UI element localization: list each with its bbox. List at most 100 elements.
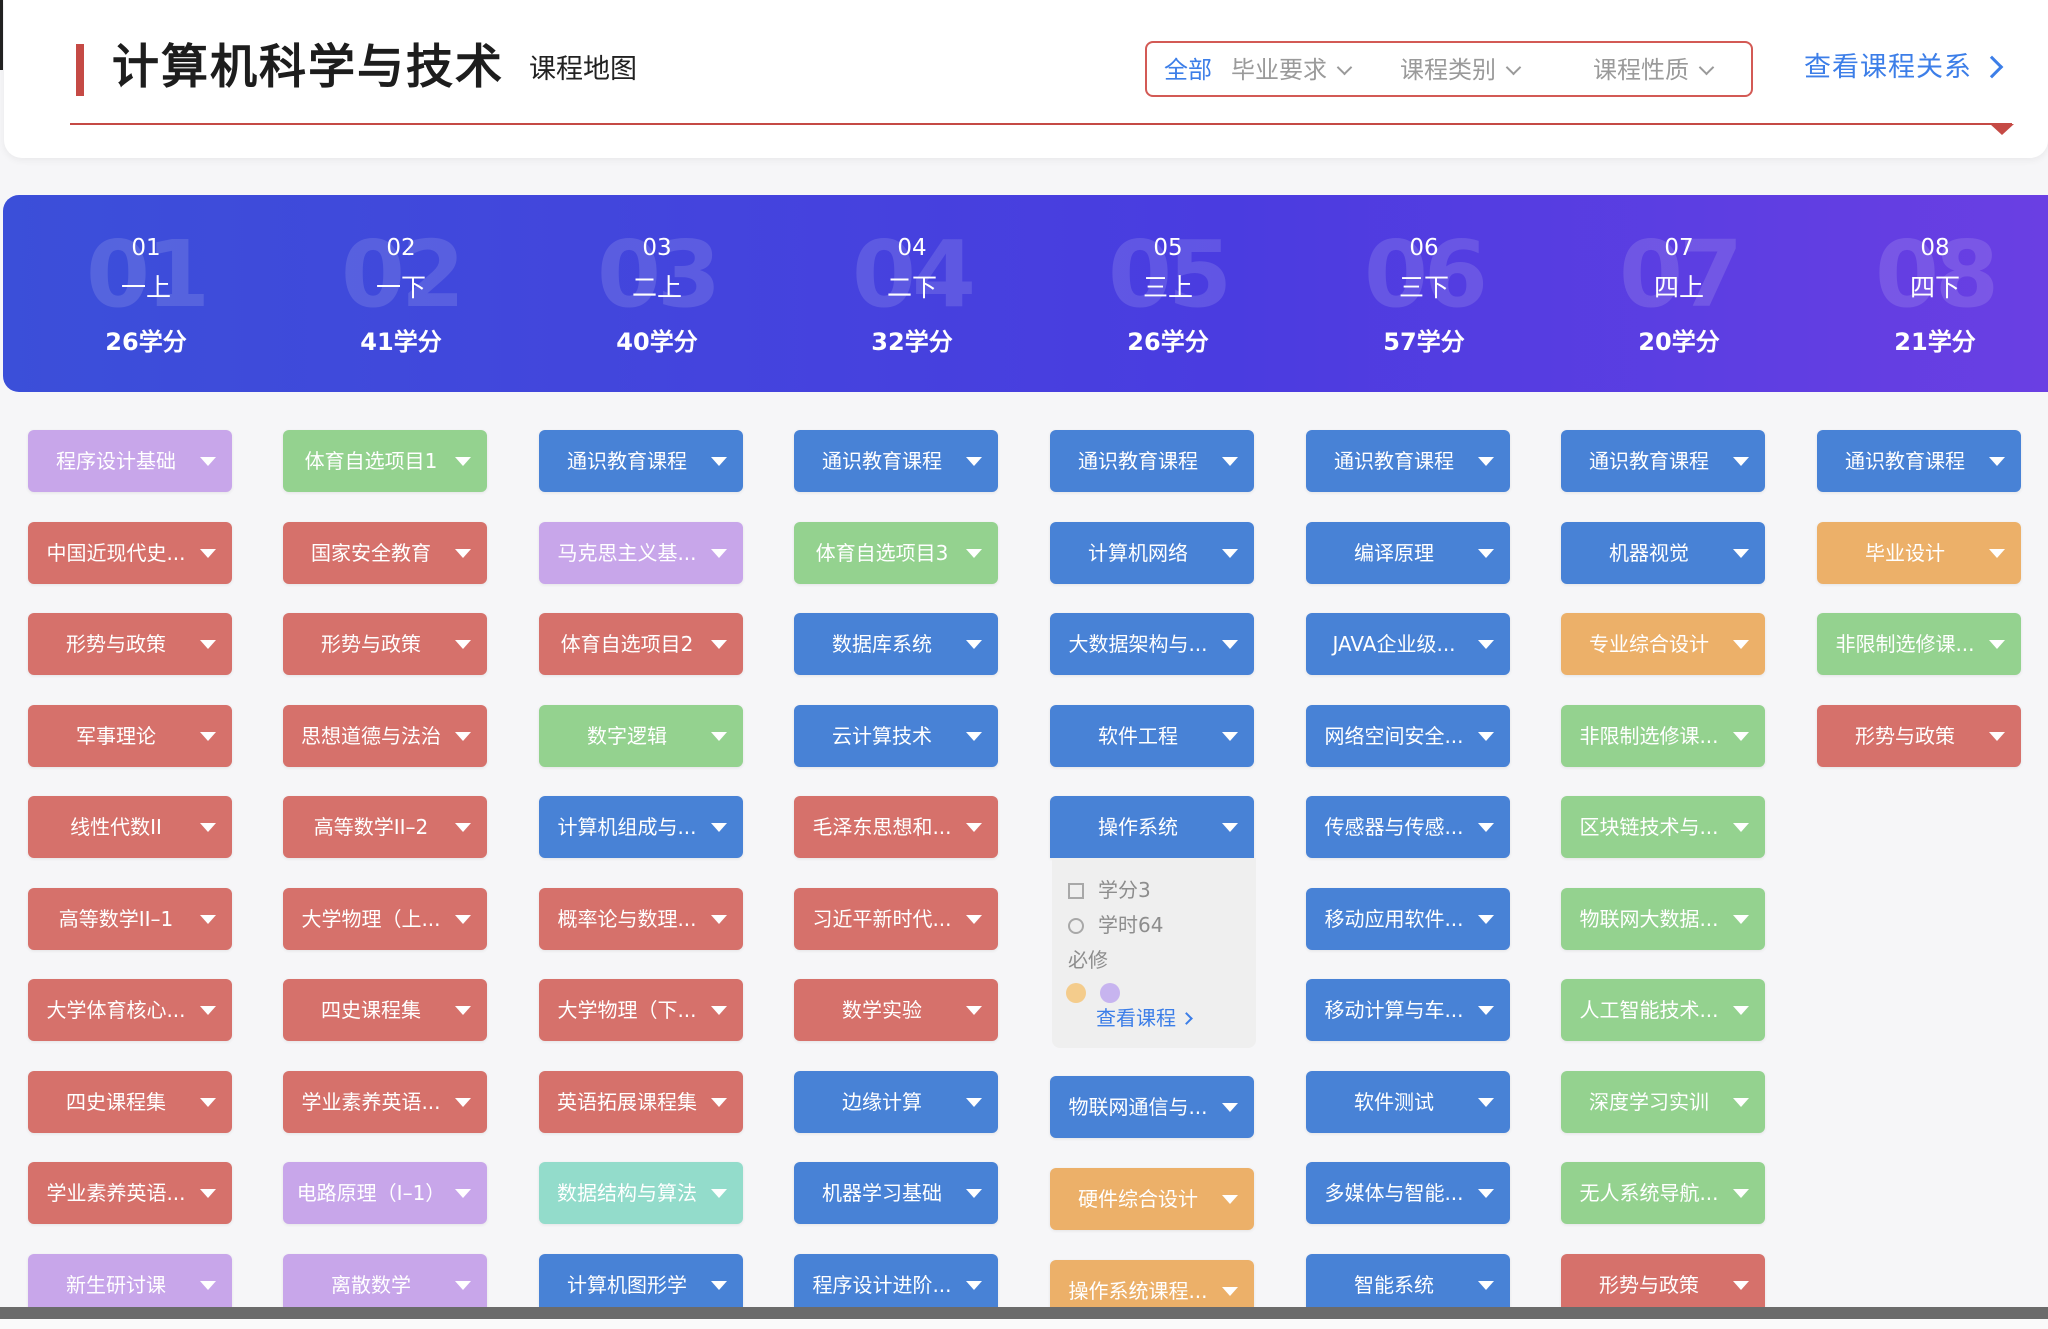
caret-down-icon[interactable]: [455, 1189, 471, 1198]
course-card[interactable]: 数据库系统: [794, 613, 998, 675]
caret-down-icon[interactable]: [1733, 640, 1749, 649]
course-card[interactable]: 体育自选项目1: [283, 430, 487, 492]
course-card[interactable]: 移动计算与车...: [1306, 979, 1510, 1041]
caret-down-icon[interactable]: [200, 1281, 216, 1290]
course-card[interactable]: 非限制选修课...: [1561, 705, 1765, 767]
course-card[interactable]: 非限制选修课...: [1817, 613, 2021, 675]
course-card[interactable]: 电路原理（I–1）: [283, 1162, 487, 1224]
course-card[interactable]: 多媒体与智能...: [1306, 1162, 1510, 1224]
caret-down-icon[interactable]: [1733, 1281, 1749, 1290]
course-card[interactable]: 云计算技术: [794, 705, 998, 767]
filter-graduation-requirement[interactable]: 毕业要求: [1231, 53, 1353, 87]
course-card[interactable]: 网络空间安全...: [1306, 705, 1510, 767]
caret-down-icon[interactable]: [1478, 549, 1494, 558]
caret-down-icon[interactable]: [1989, 732, 2005, 741]
filter-course-nature[interactable]: 课程性质: [1593, 53, 1715, 87]
caret-down-icon[interactable]: [711, 1098, 727, 1107]
caret-down-icon[interactable]: [1989, 640, 2005, 649]
course-card[interactable]: 高等数学II–2: [283, 796, 487, 858]
caret-down-icon[interactable]: [1733, 1098, 1749, 1107]
caret-down-icon[interactable]: [455, 549, 471, 558]
course-card[interactable]: 数字逻辑: [539, 705, 743, 767]
course-card[interactable]: 区块链技术与...: [1561, 796, 1765, 858]
caret-down-icon[interactable]: [1733, 457, 1749, 466]
caret-down-icon[interactable]: [455, 1006, 471, 1015]
caret-down-icon[interactable]: [455, 732, 471, 741]
caret-down-icon[interactable]: [200, 457, 216, 466]
caret-down-icon[interactable]: [455, 1098, 471, 1107]
caret-down-icon[interactable]: [1222, 1103, 1238, 1112]
caret-down-icon[interactable]: [966, 457, 982, 466]
caret-down-icon[interactable]: [1733, 1006, 1749, 1015]
caret-down-icon[interactable]: [1989, 549, 2005, 558]
caret-down-icon[interactable]: [1478, 1006, 1494, 1015]
caret-down-icon[interactable]: [455, 640, 471, 649]
caret-down-icon[interactable]: [1733, 732, 1749, 741]
course-card[interactable]: 马克思主义基...: [539, 522, 743, 584]
course-card[interactable]: 四史课程集: [28, 1071, 232, 1133]
caret-down-icon[interactable]: [1478, 915, 1494, 924]
caret-down-icon[interactable]: [200, 1006, 216, 1015]
caret-down-icon[interactable]: [1478, 823, 1494, 832]
caret-down-icon[interactable]: [966, 823, 982, 832]
course-card[interactable]: 计算机组成与...: [539, 796, 743, 858]
course-card[interactable]: 中国近现代史...: [28, 522, 232, 584]
course-card[interactable]: 移动应用软件...: [1306, 888, 1510, 950]
course-card[interactable]: 程序设计基础: [28, 430, 232, 492]
course-card[interactable]: 数学实验: [794, 979, 998, 1041]
caret-down-icon[interactable]: [1222, 732, 1238, 741]
caret-down-icon[interactable]: [1733, 915, 1749, 924]
course-card[interactable]: 专业综合设计: [1561, 613, 1765, 675]
caret-down-icon[interactable]: [711, 457, 727, 466]
course-card[interactable]: 形势与政策: [1817, 705, 2021, 767]
chevron-right-icon[interactable]: [1980, 55, 2004, 79]
caret-down-icon[interactable]: [1222, 1287, 1238, 1296]
caret-down-icon[interactable]: [966, 640, 982, 649]
horizontal-scrollbar[interactable]: [0, 1307, 2048, 1319]
course-card[interactable]: 国家安全教育: [283, 522, 487, 584]
caret-down-icon[interactable]: [1733, 1189, 1749, 1198]
caret-down-icon[interactable]: [200, 823, 216, 832]
caret-down-icon[interactable]: [1222, 457, 1238, 466]
caret-down-icon[interactable]: [966, 1006, 982, 1015]
caret-down-icon[interactable]: [1989, 457, 2005, 466]
course-card[interactable]: 人工智能技术...: [1561, 979, 1765, 1041]
filter-all[interactable]: 全部: [1164, 53, 1212, 87]
course-card[interactable]: 线性代数II: [28, 796, 232, 858]
caret-down-icon[interactable]: [200, 732, 216, 741]
caret-down-icon[interactable]: [1478, 1098, 1494, 1107]
caret-down-icon[interactable]: [455, 823, 471, 832]
course-card[interactable]: 毕业设计: [1817, 522, 2021, 584]
course-card[interactable]: 军事理论: [28, 705, 232, 767]
caret-down-icon[interactable]: [455, 915, 471, 924]
course-card[interactable]: 数据结构与算法: [539, 1162, 743, 1224]
caret-down-icon[interactable]: [711, 732, 727, 741]
caret-down-icon[interactable]: [966, 549, 982, 558]
caret-down-icon[interactable]: [200, 549, 216, 558]
caret-down-icon[interactable]: [711, 915, 727, 924]
course-card[interactable]: 英语拓展课程集: [539, 1071, 743, 1133]
course-card[interactable]: 概率论与数理...: [539, 888, 743, 950]
course-card[interactable]: 操作系统: [1050, 796, 1254, 858]
caret-down-icon[interactable]: [1222, 1195, 1238, 1204]
course-card[interactable]: 大数据架构与...: [1050, 613, 1254, 675]
caret-down-icon[interactable]: [200, 1189, 216, 1198]
caret-down-icon[interactable]: [966, 1098, 982, 1107]
caret-down-icon[interactable]: [966, 732, 982, 741]
caret-down-icon[interactable]: [711, 823, 727, 832]
course-card[interactable]: 习近平新时代...: [794, 888, 998, 950]
course-card[interactable]: 边缘计算: [794, 1071, 998, 1133]
caret-down-icon[interactable]: [711, 1006, 727, 1015]
course-card[interactable]: 高等数学II–1: [28, 888, 232, 950]
caret-down-icon[interactable]: [966, 1189, 982, 1198]
course-card[interactable]: 计算机网络: [1050, 522, 1254, 584]
course-card[interactable]: 深度学习实训: [1561, 1071, 1765, 1133]
caret-down-icon[interactable]: [966, 1281, 982, 1290]
view-course-relation-link[interactable]: 查看课程关系: [1804, 48, 1972, 88]
caret-down-icon[interactable]: [1478, 732, 1494, 741]
course-card[interactable]: 体育自选项目3: [794, 522, 998, 584]
course-card[interactable]: JAVA企业级...: [1306, 613, 1510, 675]
caret-down-icon[interactable]: [1733, 549, 1749, 558]
course-card[interactable]: 学业素养英语...: [28, 1162, 232, 1224]
caret-down-icon[interactable]: [455, 457, 471, 466]
